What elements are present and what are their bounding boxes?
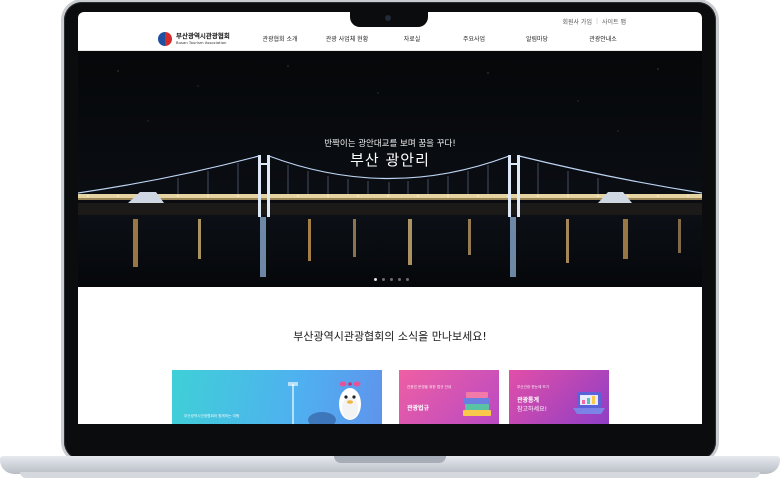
slide-dot[interactable] — [406, 278, 409, 281]
nav-item-businesses[interactable]: 관광 사업체 현황 — [312, 34, 382, 43]
news-card-main[interactable]: 부산광역시관광협회와 함께하는 여행 — [172, 370, 382, 424]
separator: | — [595, 18, 598, 25]
site-logo[interactable]: 부산광역시관광협회 Busan Tourism Association — [158, 32, 230, 46]
logo-name-en: Busan Tourism Association — [176, 39, 227, 45]
camera-icon — [385, 15, 391, 21]
nav-item-about[interactable]: 관광협회 소개 — [248, 34, 312, 43]
card-title: 관광법규 — [407, 405, 430, 412]
card-caption: 부산광역시관광협회와 함께하는 여행 — [184, 414, 240, 418]
logo-emblem-icon — [158, 32, 172, 46]
laptop-screen: 회원사 가입 | 사이트 맵 부산광역시관광협회 Busan Tourism A… — [78, 12, 702, 424]
nav-item-archive[interactable]: 자료실 — [382, 34, 442, 43]
nav-item-notices[interactable]: 알림마당 — [506, 34, 568, 43]
news-section-heading: 부산광역시관광협회의 소식을 만나보세요! — [293, 330, 487, 343]
join-member-link[interactable]: 회원사 가입 — [562, 17, 592, 26]
sitemap-link[interactable]: 사이트 맵 — [602, 17, 626, 26]
slide-dot[interactable] — [390, 278, 393, 281]
slide-dot[interactable] — [398, 278, 401, 281]
hero-subtitle: 반짝이는 광안대교를 보며 꿈을 꾸다! — [324, 139, 456, 149]
books-icon — [463, 392, 491, 416]
utility-links: 회원사 가입 | 사이트 맵 — [562, 17, 626, 26]
slide-dot[interactable] — [382, 278, 385, 281]
laptop-base-shadow — [20, 472, 760, 478]
hero-banner[interactable]: 반짝이는 광안대교를 보며 꿈을 꾸다! 부산 광안리 — [78, 51, 702, 287]
laptop-chart-icon — [573, 392, 605, 414]
news-card-statistics[interactable]: 부산관광 한눈에 보기 관광통계 참고하세요! — [509, 370, 609, 424]
card-caption: 부산관광 한눈에 보기 — [517, 385, 550, 389]
slide-dot[interactable] — [374, 278, 377, 281]
slide-indicator — [374, 278, 409, 281]
news-card-law[interactable]: 관광업 운영을 위한 법규 안내 관광법규 — [399, 370, 499, 424]
nav-item-info-center[interactable]: 관광안내소 — [568, 34, 638, 43]
logo-name-ko: 부산광역시관광협회 — [176, 32, 230, 41]
card-subtitle: 참고하세요! — [517, 406, 548, 413]
main-nav: 관광협회 소개 관광 사업체 현황 자료실 주요사업 알림마당 관광안내소 — [248, 34, 638, 43]
nav-item-projects[interactable]: 주요사업 — [442, 34, 506, 43]
card-title: 관광통계 — [517, 397, 540, 404]
card-caption: 관광업 운영을 위한 법규 안내 — [407, 385, 452, 389]
laptop-base-opening — [334, 456, 446, 463]
hero-title: 부산 광안리 — [350, 151, 430, 169]
